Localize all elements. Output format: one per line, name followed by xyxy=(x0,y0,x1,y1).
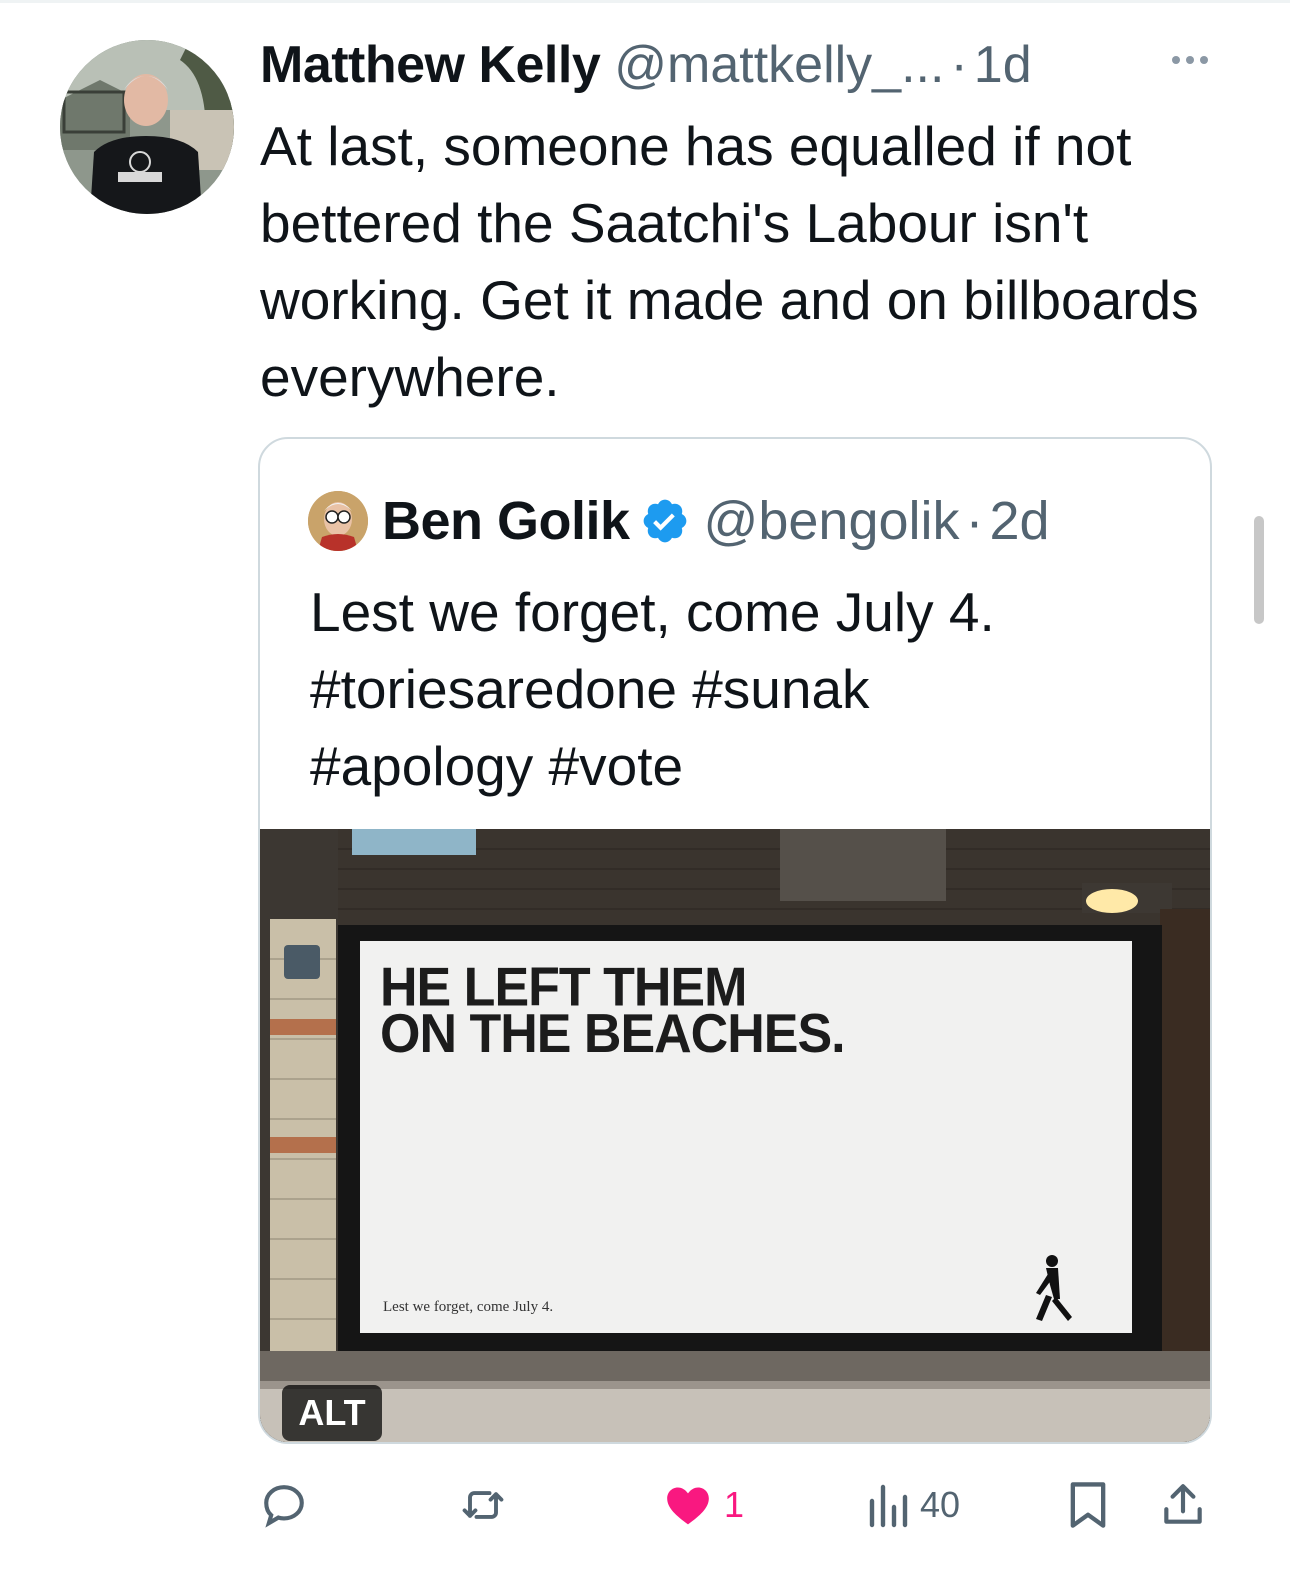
tweet-action-bar: 1 40 xyxy=(258,1470,1218,1540)
billboard-headline: HE LEFT THEM ON THE BEACHES. xyxy=(380,961,980,1065)
share-icon xyxy=(1164,1484,1202,1524)
quoted-tweet-text: Lest we forget, come July 4. #toriesared… xyxy=(310,574,1170,805)
author-name[interactable]: Matthew Kelly xyxy=(260,35,601,95)
more-icon[interactable] xyxy=(1160,40,1220,80)
quoted-hashtags-line[interactable]: #apology #vote xyxy=(310,728,1170,805)
verified-icon xyxy=(643,499,686,543)
author-avatar[interactable] xyxy=(60,40,234,214)
more-dot xyxy=(1186,56,1194,64)
timestamp[interactable]: 1d xyxy=(974,35,1032,95)
scrollbar[interactable] xyxy=(1254,516,1264,624)
quoted-timestamp[interactable]: 2d xyxy=(990,490,1050,552)
quoted-hashtags-line[interactable]: #toriesaredone #sunak xyxy=(310,651,1170,728)
bookmark-icon xyxy=(1070,1482,1106,1528)
reply-icon xyxy=(264,1485,304,1528)
views-count: 40 xyxy=(920,1484,961,1525)
top-divider xyxy=(0,0,1290,3)
separator-dot: · xyxy=(950,36,968,94)
like-button[interactable]: 1 xyxy=(662,1470,744,1540)
reply-button[interactable] xyxy=(258,1470,320,1540)
quoted-tweet-card[interactable]: Ben Golik @bengolik · 2d Lest we forget,… xyxy=(258,437,1212,1444)
more-dot xyxy=(1200,56,1208,64)
retweet-button[interactable] xyxy=(454,1470,522,1540)
tweet-header: Matthew Kelly @mattkelly_... · 1d xyxy=(260,30,1210,100)
quoted-author-handle[interactable]: @bengolik xyxy=(704,490,960,552)
quoted-author-avatar[interactable] xyxy=(308,491,368,551)
bookmark-button[interactable] xyxy=(1066,1470,1110,1540)
quoted-tweet-image[interactable]: HE LEFT THEM ON THE BEACHES. Lest we for… xyxy=(260,829,1210,1442)
views-icon xyxy=(869,1484,908,1528)
retweet-icon xyxy=(462,1491,504,1519)
quoted-author-name[interactable]: Ben Golik xyxy=(382,490,630,552)
views-button[interactable]: 40 xyxy=(866,1470,960,1540)
quoted-text-line: Lest we forget, come July 4. xyxy=(310,581,995,643)
like-icon xyxy=(667,1487,709,1525)
billboard-tagline: Lest we forget, come July 4. xyxy=(383,1299,554,1315)
author-handle[interactable]: @mattkelly_... xyxy=(614,35,944,95)
like-count: 1 xyxy=(724,1484,745,1525)
share-button[interactable] xyxy=(1158,1470,1208,1540)
separator-dot: · xyxy=(965,491,984,551)
more-dot xyxy=(1172,56,1180,64)
tweet-text: At last, someone has equalled if not bet… xyxy=(260,115,1199,408)
alt-text-button[interactable]: ALT xyxy=(282,1385,382,1441)
billboard-headline-line: ON THE BEACHES. xyxy=(380,1003,846,1065)
quoted-tweet-header: Ben Golik @bengolik · 2d xyxy=(308,489,1050,553)
